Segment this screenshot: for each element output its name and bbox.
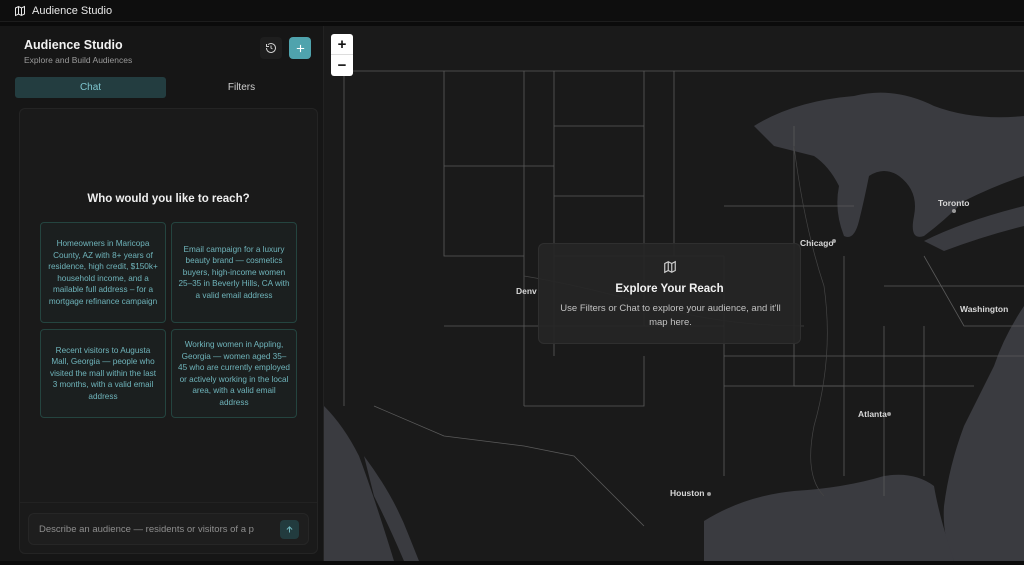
tab-filters[interactable]: Filters xyxy=(166,77,317,98)
history-icon xyxy=(266,43,276,53)
overlay-title: Explore Your Reach xyxy=(615,283,724,295)
chat-question: Who would you like to reach? xyxy=(87,193,250,205)
chat-input-area xyxy=(20,502,317,554)
overlay-text: Use Filters or Chat to explore your audi… xyxy=(560,303,781,328)
city-label: Houston xyxy=(670,488,705,498)
sidebar-subtitle: Explore and Build Audiences xyxy=(24,55,133,65)
suggestion-card[interactable]: Working women in Appling, Georgia — wome… xyxy=(171,329,297,418)
sidebar-title: Audience Studio xyxy=(24,38,123,52)
arrow-up-icon xyxy=(286,526,293,533)
window-title: Audience Studio xyxy=(32,4,113,17)
chat-input-box xyxy=(28,513,309,545)
map-view[interactable]: + − Toronto Chicago Denv Washington Atla… xyxy=(324,26,1024,561)
city-label: Atlanta xyxy=(858,409,887,419)
suggestion-card[interactable]: Recent visitors to Augusta Mall, Georgia… xyxy=(40,329,166,418)
send-button[interactable] xyxy=(280,520,299,539)
zoom-out-button[interactable]: − xyxy=(331,55,353,76)
map-icon xyxy=(664,260,676,274)
chat-panel: Who would you like to reach? Homeowners … xyxy=(19,108,318,554)
zoom-in-button[interactable]: + xyxy=(331,34,353,55)
zoom-controls: + − xyxy=(331,34,353,76)
add-audience-button[interactable] xyxy=(289,37,311,59)
sidebar-tabs: Chat Filters xyxy=(15,77,317,98)
empty-state-overlay: Explore Your Reach Use Filters or Chat t… xyxy=(538,243,801,344)
suggestion-card[interactable]: Homeowners in Maricopa County, AZ with 8… xyxy=(40,222,166,323)
top-bar: Audience Studio xyxy=(0,0,1024,22)
city-label: Toronto xyxy=(938,198,970,208)
tab-chat[interactable]: Chat xyxy=(15,77,166,98)
city-label: Washington xyxy=(960,304,1009,314)
plus-icon xyxy=(296,44,304,52)
history-button[interactable] xyxy=(260,37,282,59)
city-label: Denv xyxy=(516,286,537,296)
sidebar: Audience Studio Explore and Build Audien… xyxy=(0,26,324,561)
city-label: Chicago xyxy=(800,238,834,248)
chat-input[interactable] xyxy=(39,514,274,544)
suggestion-card[interactable]: Email campaign for a luxury beauty brand… xyxy=(171,222,297,323)
map-icon xyxy=(15,5,25,16)
